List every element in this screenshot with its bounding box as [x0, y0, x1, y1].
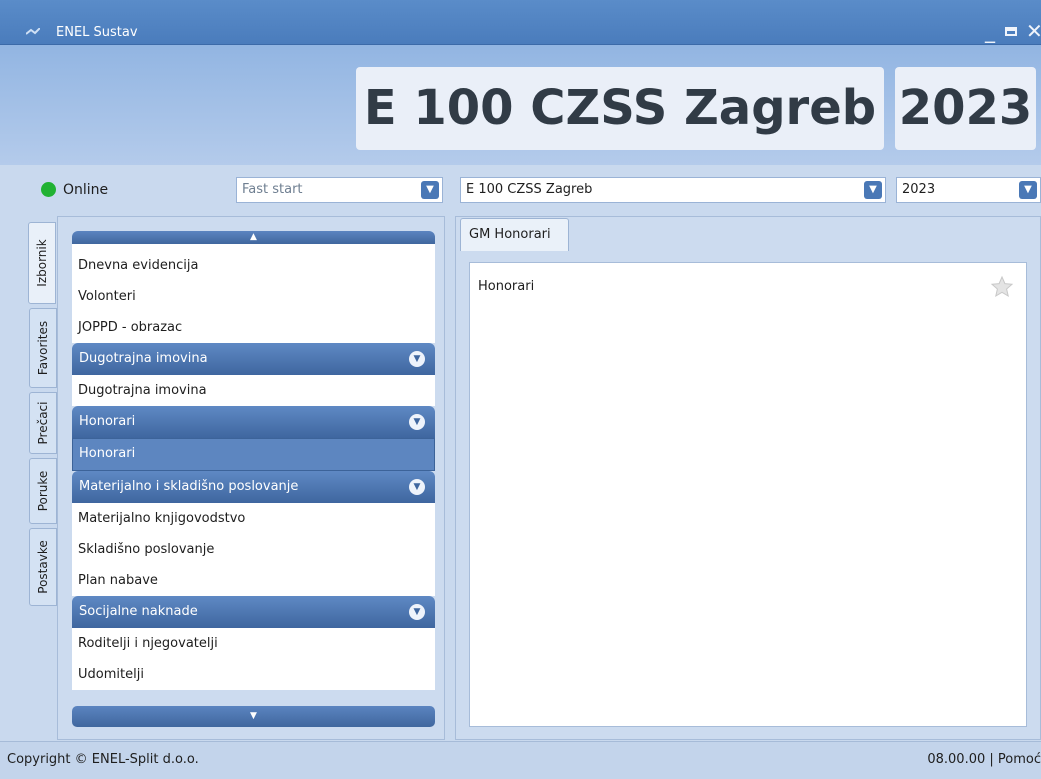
tab-precaci[interactable]: Prečaci	[29, 392, 57, 454]
group-header-label: Dugotrajna imovina	[79, 351, 208, 366]
menu-item-volonteri[interactable]: Volonteri	[72, 281, 435, 312]
status-bar: Copyright © ENEL-Split d.o.o. 08.00.00 |…	[0, 741, 1041, 779]
group-header-label: Honorari	[79, 414, 136, 429]
maximize-button[interactable]	[1005, 27, 1017, 36]
menu-item-udomitelji[interactable]: Udomitelji	[72, 659, 435, 690]
dropdown-arrow-icon[interactable]: ▼	[421, 181, 439, 199]
tab-label: Prečaci	[36, 401, 50, 445]
minimize-button[interactable]: _	[985, 19, 995, 43]
online-status-label: Online	[63, 182, 109, 198]
fast-start-input[interactable]: Fast start	[242, 182, 303, 197]
menu-item-materijalno-knjigovodstvo[interactable]: Materijalno knjigovodstvo	[72, 503, 435, 534]
chevron-down-icon[interactable]: ▼	[409, 479, 425, 495]
organization-select[interactable]: E 100 CZSS Zagreb ▼	[460, 177, 886, 203]
chevron-down-icon[interactable]: ▼	[409, 604, 425, 620]
tab-poruke[interactable]: Poruke	[29, 458, 57, 524]
menu-group-socijalne-naknade[interactable]: Socijalne naknade ▼	[72, 596, 435, 628]
year-title: 2023	[895, 67, 1036, 150]
content-item-honorari[interactable]: Honorari	[478, 279, 534, 294]
group-header-label: Socijalne naknade	[79, 604, 198, 619]
menu-item-plan-nabave[interactable]: Plan nabave	[72, 565, 435, 596]
tab-label: Postavke	[36, 540, 50, 594]
window-title: ENEL Sustav	[56, 25, 138, 40]
title-bar[interactable]: ENEL Sustav _ ✕	[0, 0, 1041, 45]
organization-title: E 100 CZSS Zagreb	[356, 67, 884, 150]
group-header-label: Materijalno i skladišno poslovanje	[79, 479, 299, 494]
menu-group-materijalno[interactable]: Materijalno i skladišno poslovanje ▼	[72, 471, 435, 503]
chevron-down-icon[interactable]: ▼	[409, 351, 425, 367]
chevron-down-icon[interactable]: ▼	[409, 414, 425, 430]
tab-gm-honorari[interactable]: GM Honorari	[460, 218, 569, 251]
app-logo-icon	[26, 28, 40, 35]
menu-item-dnevna-evidencija[interactable]: Dnevna evidencija	[72, 250, 435, 281]
dropdown-arrow-icon[interactable]: ▼	[1019, 181, 1037, 199]
online-status-icon	[41, 182, 56, 197]
menu-group-honorari[interactable]: Honorari ▼	[72, 406, 435, 438]
dropdown-arrow-icon[interactable]: ▼	[864, 181, 882, 199]
menu-list: Dnevna evidencija Volonteri JOPPD - obra…	[72, 244, 435, 690]
tab-label: Poruke	[36, 470, 50, 512]
version-help-link[interactable]: 08.00.00 | Pomoć	[927, 752, 1041, 767]
star-icon[interactable]	[990, 275, 1014, 299]
menu-scroll-up-button[interactable]: ▲	[72, 231, 435, 244]
tab-postavke[interactable]: Postavke	[29, 528, 57, 606]
menu-item-roditelji-i-njegovatelji[interactable]: Roditelji i njegovatelji	[72, 628, 435, 659]
year-select-value: 2023	[902, 182, 936, 197]
tab-favorites[interactable]: Favorites	[29, 308, 57, 388]
tab-label: Favorites	[36, 320, 50, 376]
menu-item-honorari[interactable]: Honorari	[72, 438, 435, 471]
fast-start-combo[interactable]: Fast start ▼	[236, 177, 443, 203]
close-button[interactable]: ✕	[1026, 19, 1041, 43]
menu-item-dugotrajna-imovina[interactable]: Dugotrajna imovina	[72, 375, 435, 406]
copyright-text: Copyright © ENEL-Split d.o.o.	[7, 752, 199, 767]
menu-item-joppd-obrazac[interactable]: JOPPD - obrazac	[72, 312, 435, 343]
year-select[interactable]: 2023 ▼	[896, 177, 1041, 203]
tab-label: Izbornik	[35, 239, 49, 287]
content-area: Honorari	[469, 262, 1027, 727]
organization-select-value: E 100 CZSS Zagreb	[466, 182, 593, 197]
navigation-menu: Dnevna evidencija Volonteri JOPPD - obra…	[72, 231, 435, 727]
menu-group-dugotrajna-imovina[interactable]: Dugotrajna imovina ▼	[72, 343, 435, 375]
tab-izbornik[interactable]: Izbornik	[28, 222, 56, 304]
menu-scroll-down-button[interactable]: ▼	[72, 706, 435, 727]
menu-item-skladisno-poslovanje[interactable]: Skladišno poslovanje	[72, 534, 435, 565]
